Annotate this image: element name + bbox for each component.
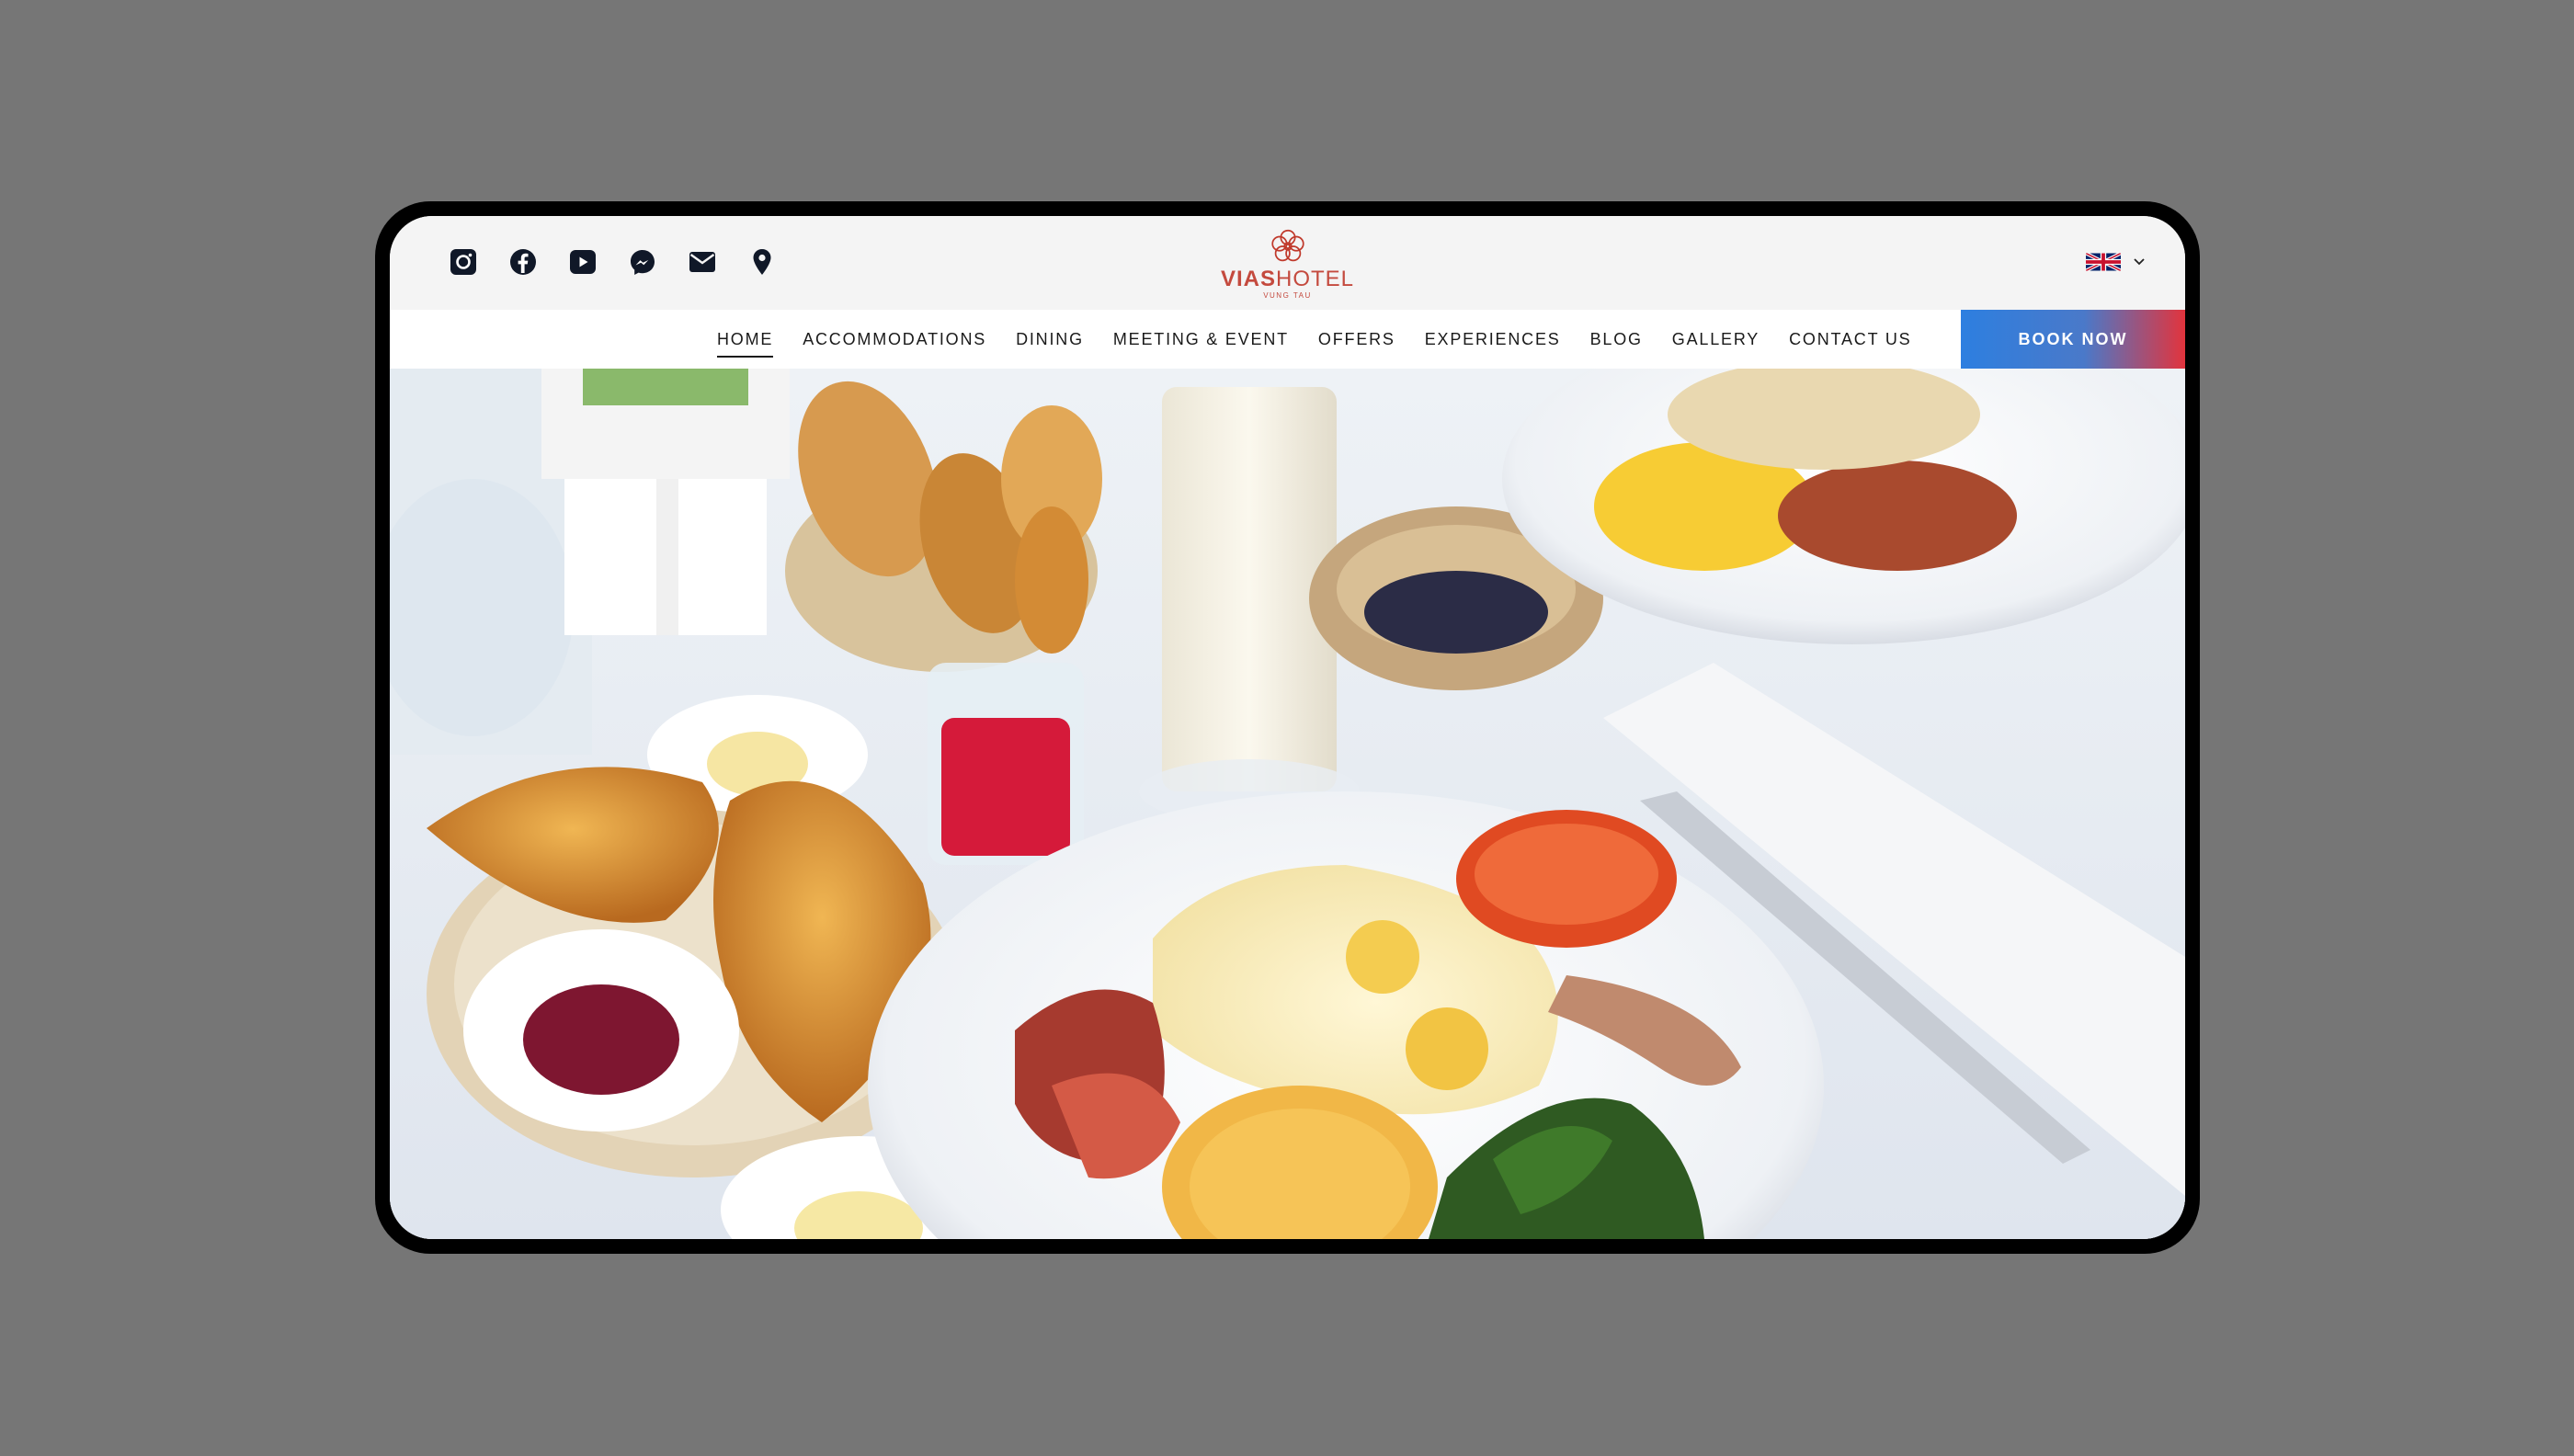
facebook-icon[interactable] — [508, 247, 538, 277]
main-navigation: HOME ACCOMMODATIONS DINING MEETING & EVE… — [390, 310, 2185, 369]
mail-icon[interactable] — [688, 247, 717, 277]
book-now-button[interactable]: BOOK NOW — [1961, 310, 2185, 369]
nav-item-meeting-event[interactable]: MEETING & EVENT — [1113, 310, 1289, 369]
messenger-icon[interactable] — [628, 247, 657, 277]
uk-flag-icon — [2086, 253, 2121, 271]
hero-breakfast-image — [390, 369, 2185, 1239]
nav-item-home[interactable]: HOME — [717, 310, 774, 369]
instagram-icon[interactable] — [449, 247, 478, 277]
nav-item-accommodations[interactable]: ACCOMMODATIONS — [803, 310, 986, 369]
youtube-icon[interactable] — [568, 247, 598, 277]
top-bar: VIASHOTEL VUNG TAU — [390, 216, 2185, 310]
nav-item-dining[interactable]: DINING — [1016, 310, 1084, 369]
chevron-down-icon — [2134, 258, 2145, 266]
flower-logo-icon — [1270, 229, 1304, 262]
logo-wordmark: VIASHOTEL — [1220, 267, 1355, 291]
nav-item-offers[interactable]: OFFERS — [1318, 310, 1395, 369]
website-screen: VIASHOTEL VUNG TAU HOME ACCOMMODATIONS D… — [390, 216, 2185, 1239]
tablet-frame: VIASHOTEL VUNG TAU HOME ACCOMMODATIONS D… — [375, 201, 2200, 1254]
nav-menu: HOME ACCOMMODATIONS DINING MEETING & EVE… — [717, 310, 1911, 369]
location-pin-icon[interactable] — [747, 247, 777, 277]
logo-subtitle: VUNG TAU — [1263, 291, 1312, 300]
nav-item-experiences[interactable]: EXPERIENCES — [1425, 310, 1561, 369]
nav-item-blog[interactable]: BLOG — [1590, 310, 1643, 369]
hotel-logo[interactable]: VIASHOTEL VUNG TAU — [1210, 225, 1366, 301]
nav-item-gallery[interactable]: GALLERY — [1672, 310, 1760, 369]
language-selector[interactable] — [2086, 251, 2147, 273]
social-links — [449, 244, 777, 280]
nav-item-contact-us[interactable]: CONTACT US — [1789, 310, 1911, 369]
